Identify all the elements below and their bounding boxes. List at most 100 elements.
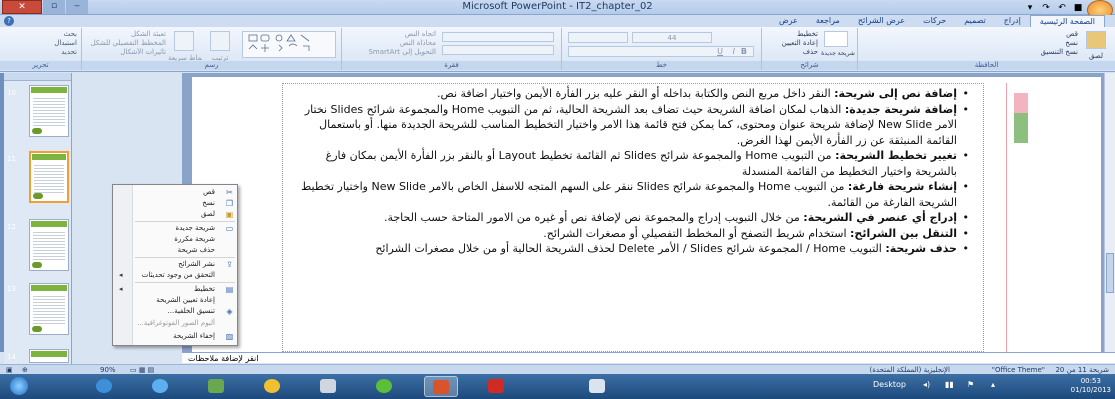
quick-access-toolbar: ▾ ↷ ↶ ■	[1021, 0, 1113, 20]
start-button[interactable]	[4, 376, 34, 397]
quick-styles-icon[interactable]	[174, 31, 194, 51]
tab-insert[interactable]: إدراج	[995, 15, 1030, 27]
paragraph-tools-row2[interactable]	[442, 45, 554, 55]
dropdown-icon[interactable]: ▾	[1023, 2, 1037, 14]
menu-item-publish-slides[interactable]: ⇪ نشر الشرائح	[113, 259, 239, 270]
flag-icon[interactable]: ⚑	[967, 380, 974, 389]
network-icon[interactable]: ▮▮	[945, 380, 954, 389]
menu-item-duplicate-slide[interactable]: شريحة مكررة	[113, 234, 239, 245]
shapes-gallery-icon	[248, 34, 310, 52]
shapes-gallery[interactable]	[242, 31, 336, 58]
taskbar-media-player[interactable]	[88, 376, 122, 397]
reset-button[interactable]: إعادة التعيين	[766, 39, 818, 48]
paste-icon[interactable]	[1086, 31, 1106, 49]
bold-icon[interactable]: B	[741, 47, 747, 56]
text-direction-button[interactable]: اتجاه النص	[346, 30, 436, 39]
convert-smartart-button[interactable]: التحويل إلى SmartArt	[346, 48, 436, 57]
copy-button[interactable]: نسخ	[998, 39, 1078, 48]
slide-number-11: 11	[7, 155, 16, 163]
ribbon: بحث استبدال تحديد تحرير تعبئة الشكل المخ…	[0, 27, 1115, 72]
save-icon[interactable]: ■	[1071, 2, 1085, 14]
menu-item-reset-slide[interactable]: إعادة تعيين الشريحة	[113, 295, 239, 306]
slides-group: تخطيط إعادة التعيين حذف شريحة جديدة شرائ…	[762, 28, 858, 70]
slide-decoration-line	[1006, 83, 1007, 352]
align-text-button[interactable]: محاذاة النص	[346, 39, 436, 48]
menu-item-check-updates[interactable]: ◂ التحقق من وجود تحديثات	[113, 270, 239, 281]
undo-icon[interactable]: ↶	[1055, 2, 1069, 14]
format-painter-button[interactable]: نسخ التنسيق	[998, 48, 1078, 57]
tab-home[interactable]: الصفحة الرئيسية	[1029, 15, 1105, 27]
delete-button[interactable]: حذف	[766, 48, 818, 57]
taskbar-powerpoint[interactable]	[424, 376, 458, 397]
slides-group-label: شرائح	[762, 61, 857, 70]
underline-icon[interactable]: U	[717, 47, 723, 56]
scissors-icon: ✂	[226, 188, 233, 197]
font-grow-shrink-buttons[interactable]	[568, 32, 628, 43]
bullet-item: تغيير تخطيط الشريحة: من التبويب Home وال…	[289, 148, 969, 179]
tab-design[interactable]: تصميم	[955, 15, 995, 27]
shape-effects-button[interactable]: تأثيرات الأشكال	[86, 48, 166, 57]
slide-thumbnail-14[interactable]	[29, 349, 69, 363]
menu-item-copy[interactable]: ❐ نسخ	[113, 198, 239, 209]
select-button[interactable]: تحديد	[4, 48, 77, 57]
taskbar-keyboard-lang[interactable]	[584, 376, 612, 397]
desktop-toolbar[interactable]: Desktop	[873, 380, 906, 389]
volume-icon[interactable]: ◂)	[923, 380, 930, 389]
help-icon[interactable]: ?	[4, 16, 14, 26]
replace-button[interactable]: استبدال	[4, 39, 77, 48]
vertical-scrollbar[interactable]	[1104, 73, 1115, 352]
publish-icon: ⇪	[226, 260, 233, 269]
italic-icon[interactable]: I	[733, 47, 735, 56]
notes-pane[interactable]: انقر لإضافة ملاحظات	[182, 352, 1115, 363]
tab-review[interactable]: مراجعة	[807, 15, 849, 27]
tab-view[interactable]: عرض	[770, 15, 807, 27]
scrollbar-thumb[interactable]	[1106, 253, 1114, 293]
notes-placeholder: انقر لإضافة ملاحظات	[188, 354, 259, 363]
clock-date: 01/10/2013	[1070, 386, 1111, 394]
menu-separator	[135, 257, 235, 258]
taskbar-internet-explorer[interactable]	[144, 376, 178, 397]
slide-thumbnail-11[interactable]	[29, 151, 69, 203]
redo-icon[interactable]: ↷	[1039, 2, 1053, 14]
find-button[interactable]: بحث	[4, 30, 77, 39]
font-size-field[interactable]: 44	[632, 32, 712, 43]
taskbar-keyboard[interactable]	[312, 376, 346, 397]
app-icon	[208, 379, 224, 393]
shape-outline-button[interactable]: المخطط التفصيلي للشكل	[86, 39, 166, 48]
language-bar-icon	[589, 379, 605, 393]
tab-animations[interactable]: حركات	[914, 15, 955, 27]
paragraph-tools-row1[interactable]	[442, 32, 554, 42]
show-hidden-icon[interactable]: ▴	[991, 380, 995, 389]
taskbar-pdf-reader[interactable]	[480, 376, 514, 397]
new-slide-icon[interactable]	[824, 31, 848, 47]
font-format-row[interactable]: B I U	[568, 46, 754, 57]
slide-thumbnail-13[interactable]	[29, 283, 69, 335]
menu-item-format-background[interactable]: ◈ تنسيق الخلفية...	[113, 306, 239, 317]
cut-button[interactable]: قص	[998, 30, 1078, 39]
menu-item-hide-slide[interactable]: ▨ إخفاء الشريحة	[113, 331, 239, 342]
bullet-item: التنقل بين الشرائح: استخدام شريط التصفح …	[289, 226, 969, 242]
menu-item-cut[interactable]: ✂ قص	[113, 187, 239, 198]
taskbar-chrome[interactable]	[256, 376, 290, 397]
taskbar-torrent[interactable]	[368, 376, 402, 397]
content-textbox[interactable]: إضافة نص إلى شريحة: النقر داخل مربع النص…	[282, 83, 984, 352]
menu-item-delete-slide[interactable]: حذف شريحة	[113, 245, 239, 256]
slide-decoration-pink-bar	[1014, 93, 1028, 113]
slides-pane-header	[4, 73, 71, 81]
shape-fill-button[interactable]: تعبئة الشكل	[86, 30, 166, 39]
paste-button[interactable]: لصق	[1080, 52, 1112, 61]
slide-canvas[interactable]: إضافة نص إلى شريحة: النقر داخل مربع النص…	[192, 77, 1101, 352]
menu-item-paste[interactable]: ▣ لصق	[113, 209, 239, 220]
slide-thumbnail-10[interactable]	[29, 85, 69, 137]
clock[interactable]: 00:53 01/10/2013	[1071, 377, 1111, 395]
taskbar-app[interactable]	[200, 376, 234, 397]
menu-item-new-slide[interactable]: ▭ شريحة جديدة	[113, 223, 239, 234]
layout-button[interactable]: تخطيط	[766, 30, 818, 39]
arrange-icon[interactable]	[210, 31, 230, 51]
slide-thumbnail-12[interactable]	[29, 219, 69, 271]
keyboard-icon	[320, 379, 336, 393]
tab-slideshow[interactable]: عرض الشرائح	[849, 15, 914, 27]
new-slide-button[interactable]: شريحة جديدة	[820, 50, 856, 59]
menu-item-layout[interactable]: ◂ ▤ تخطيط	[113, 284, 239, 295]
menu-separator	[135, 282, 235, 283]
